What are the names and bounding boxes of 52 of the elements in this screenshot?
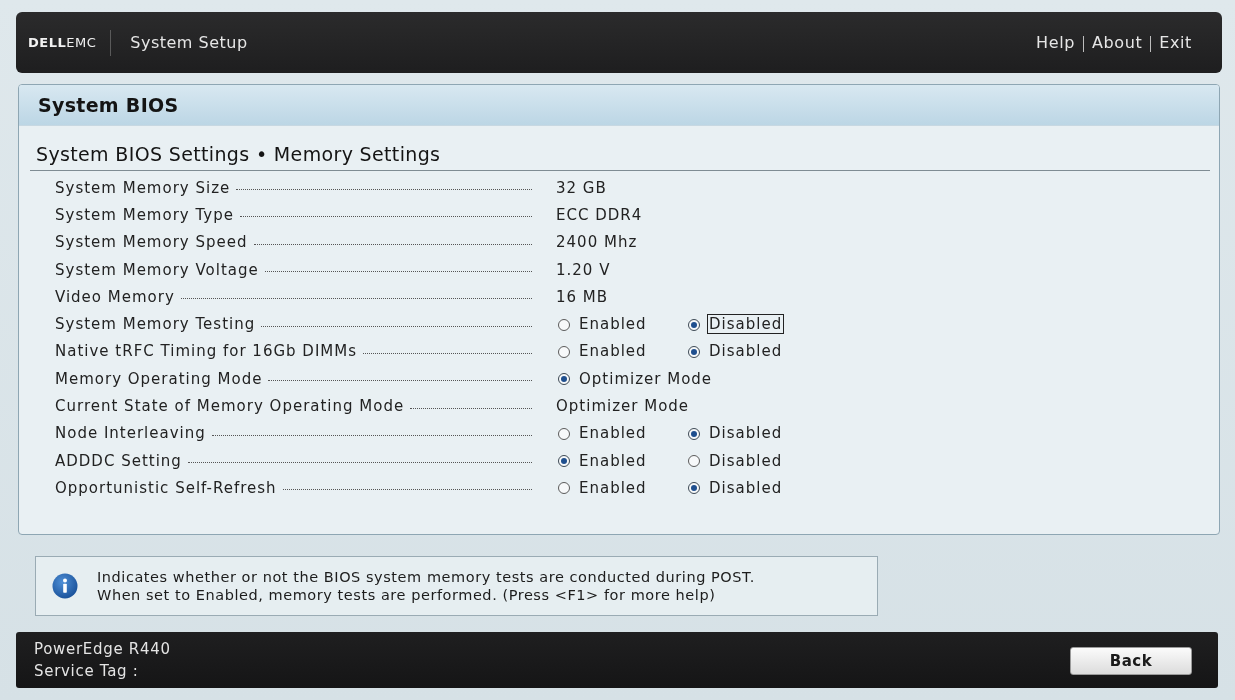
setting-label: Native tRFC Timing for 16Gb DIMMs bbox=[55, 342, 358, 361]
service-tag-label: Service Tag : bbox=[34, 662, 139, 680]
radio-button-icon[interactable] bbox=[688, 482, 700, 495]
setting-label: Node Interleaving bbox=[55, 424, 206, 443]
app-title: System Setup bbox=[130, 33, 248, 52]
header-link[interactable]: Help bbox=[1036, 33, 1075, 52]
radio-button-icon[interactable] bbox=[688, 427, 700, 440]
setting-label: System Memory Voltage bbox=[55, 260, 259, 279]
radio-option[interactable]: Enabled bbox=[556, 423, 686, 444]
radio-option[interactable]: Enabled bbox=[556, 341, 686, 362]
info-icon bbox=[52, 573, 78, 599]
page-heading: System BIOS Settings • Memory Settings bbox=[36, 143, 441, 165]
header-link[interactable]: Exit bbox=[1159, 33, 1192, 52]
model-name: PowerEdge R440 bbox=[34, 640, 171, 658]
radio-option[interactable]: Enabled bbox=[556, 314, 686, 335]
setting-value: 1.20 V bbox=[556, 260, 611, 279]
setting-label: System Memory Type bbox=[55, 205, 234, 224]
panel-title: System BIOS bbox=[38, 94, 179, 116]
radio-button-icon[interactable] bbox=[558, 455, 570, 468]
brand-logo: DELLEMC bbox=[28, 35, 97, 50]
radio-button-icon[interactable] bbox=[558, 427, 570, 440]
radio-button-icon[interactable] bbox=[558, 482, 570, 495]
radio-button-icon[interactable] bbox=[558, 373, 570, 386]
help-text: Indicates whether or not the BIOS system memory tests are conducted during POST. bbox=[97, 569, 755, 585]
setting-value: 2400 Mhz bbox=[556, 233, 638, 252]
header-link[interactable]: About bbox=[1092, 33, 1143, 52]
radio-option[interactable]: Disabled bbox=[686, 423, 816, 444]
radio-option[interactable]: Disabled bbox=[686, 450, 816, 471]
setting-value: Optimizer Mode bbox=[556, 397, 690, 415]
setting-label: System Memory Speed bbox=[55, 233, 248, 252]
radio-button-icon[interactable] bbox=[688, 318, 700, 331]
setting-value: 16 MB bbox=[556, 287, 609, 306]
radio-option[interactable]: Disabled bbox=[686, 341, 816, 362]
radio-button-icon[interactable] bbox=[688, 455, 700, 468]
radio-button-icon[interactable] bbox=[688, 345, 700, 358]
setting-label: System Memory Size bbox=[55, 178, 231, 197]
setting-label: Opportunistic Self-Refresh bbox=[55, 478, 277, 497]
radio-button-icon[interactable] bbox=[558, 318, 570, 331]
radio-option[interactable]: Optimizer Mode bbox=[556, 368, 715, 389]
setting-label: Current State of Memory Operating Mode bbox=[55, 397, 405, 415]
setting-label: Memory Operating Mode bbox=[55, 369, 263, 388]
radio-button-icon[interactable] bbox=[558, 345, 570, 358]
radio-option[interactable]: Disabled bbox=[686, 477, 816, 498]
back-button[interactable]: Back bbox=[1070, 647, 1192, 675]
radio-option[interactable]: Enabled bbox=[556, 450, 686, 471]
setting-value: ECC DDR4 bbox=[556, 205, 643, 224]
help-text: When set to Enabled, memory tests are performed. (Press <F1> for more help) bbox=[97, 587, 716, 603]
setting-label: ADDDC Setting bbox=[55, 451, 182, 470]
setting-label: Video Memory bbox=[55, 287, 175, 306]
setting-value: 32 GB bbox=[556, 178, 607, 197]
setting-label: System Memory Testing bbox=[55, 315, 256, 334]
radio-option[interactable]: Enabled bbox=[556, 477, 686, 498]
